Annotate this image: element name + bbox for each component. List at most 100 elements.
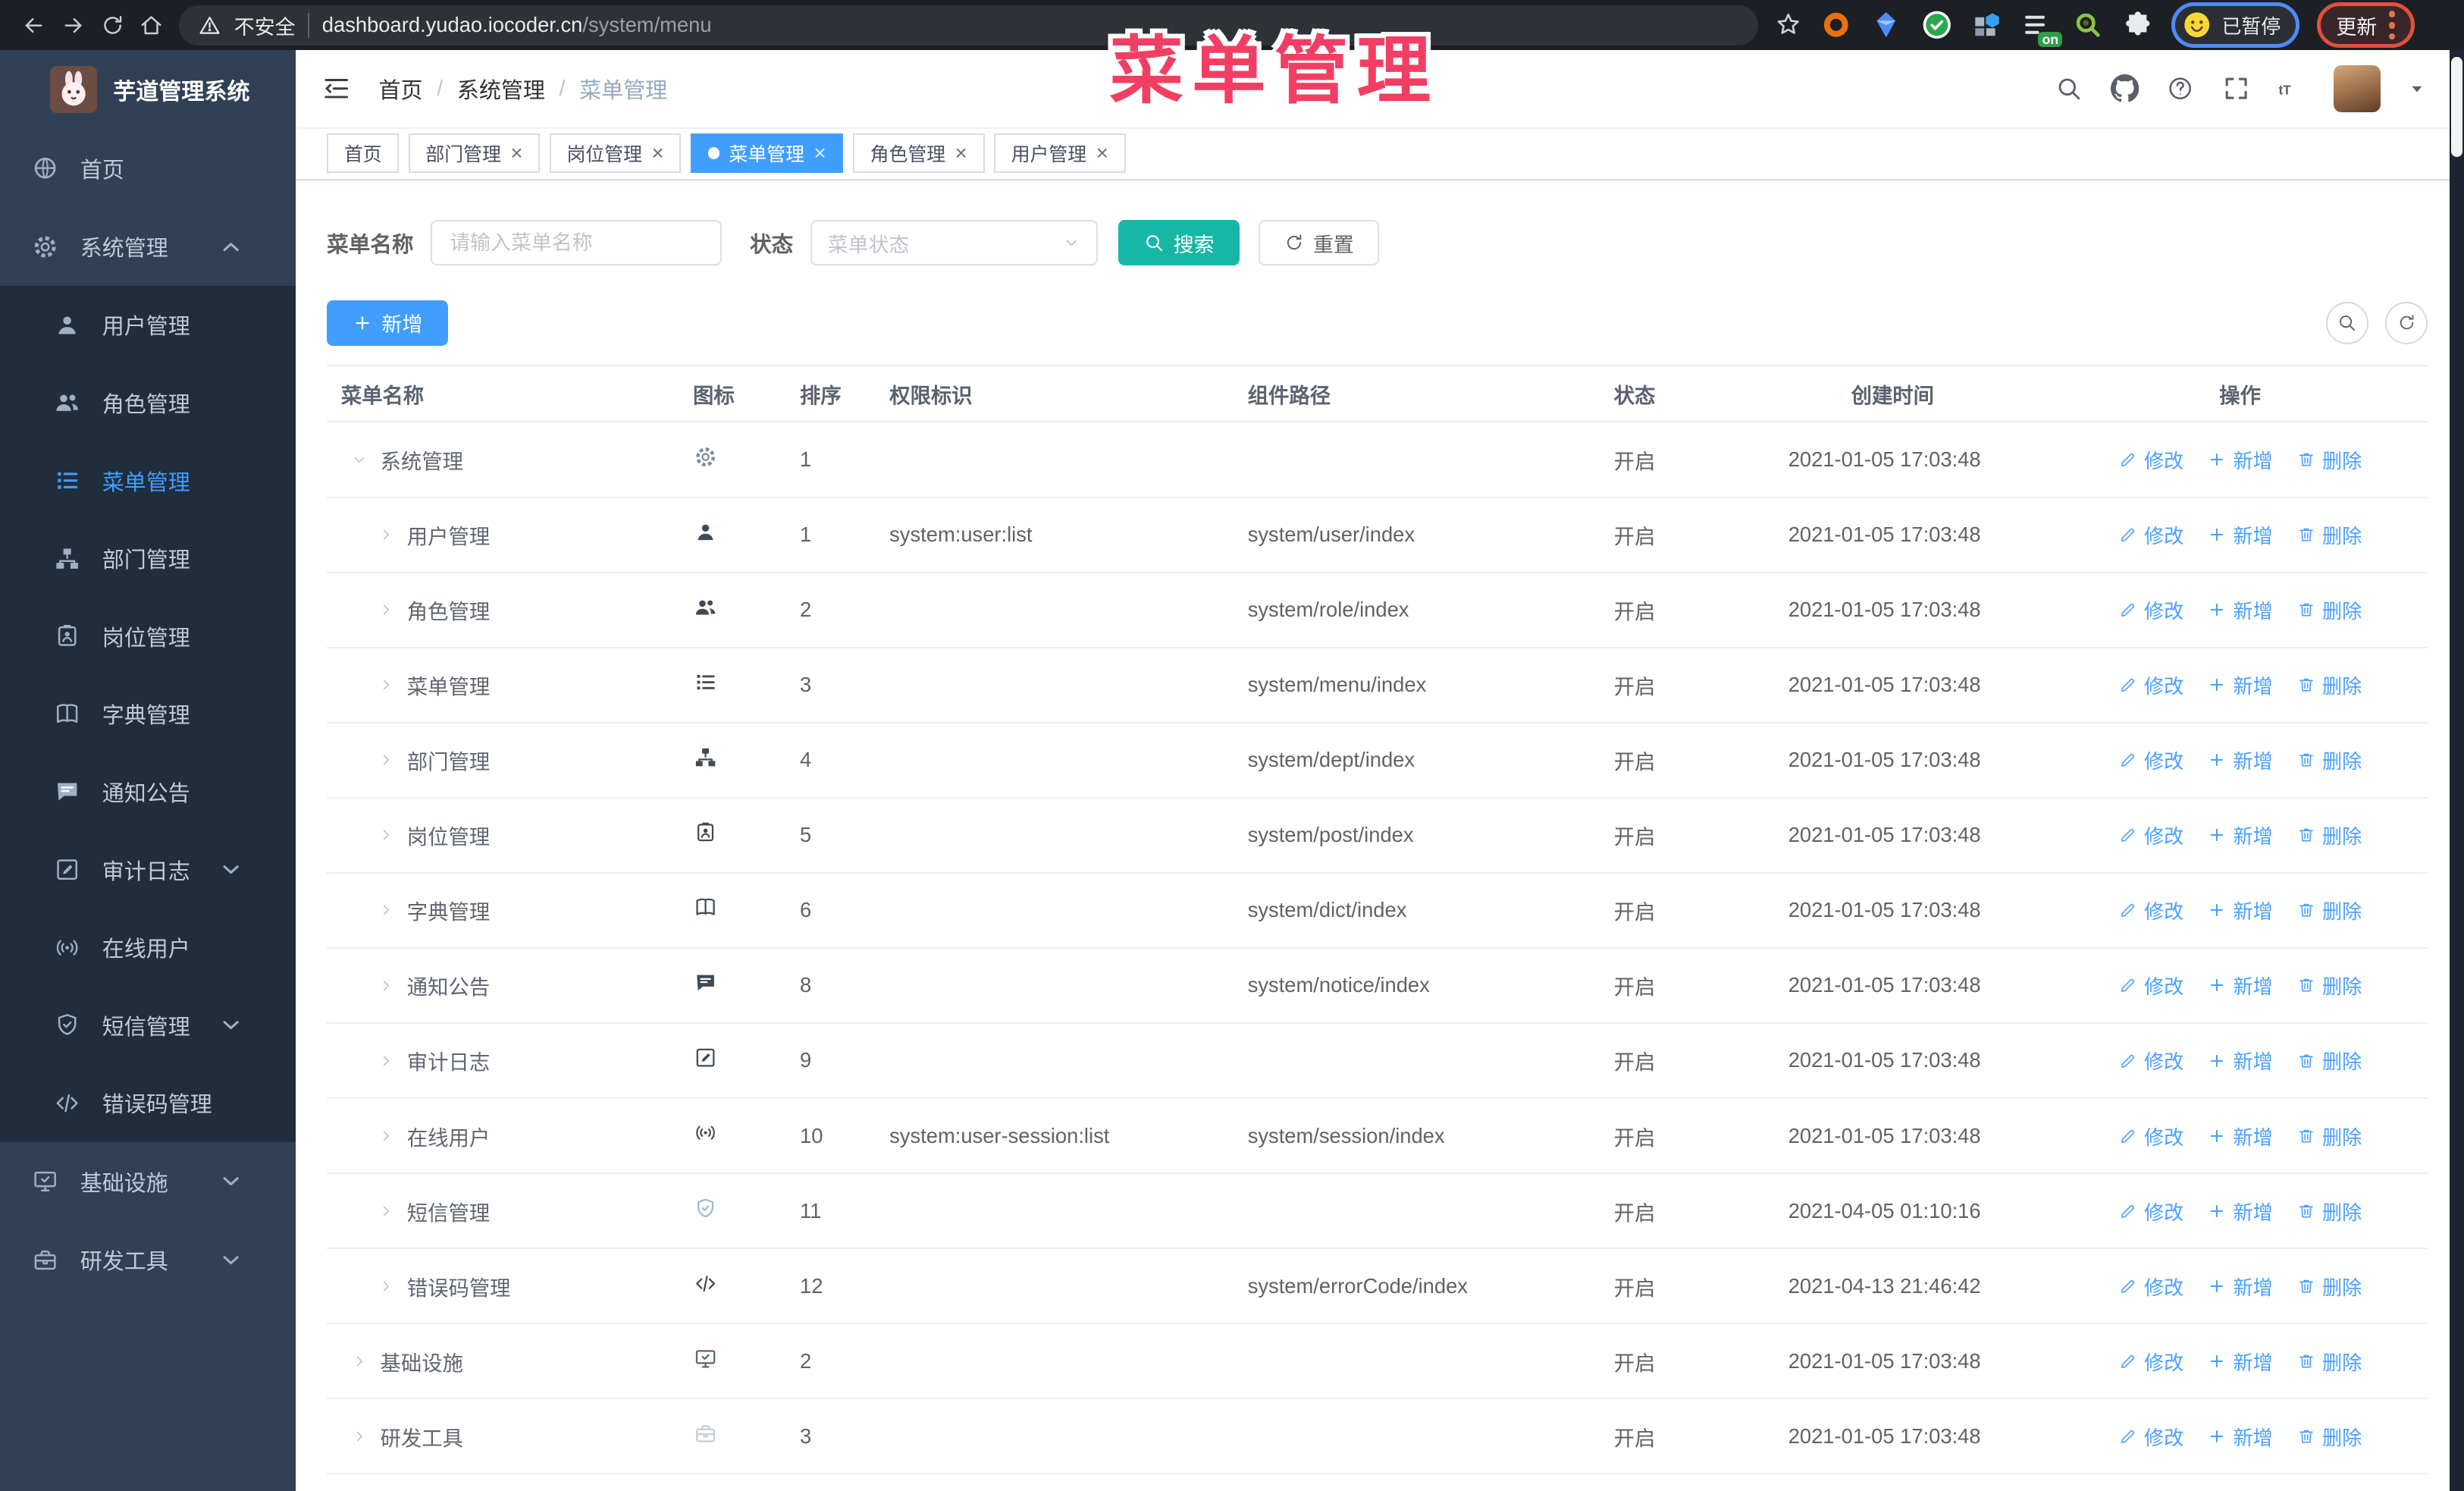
bookmark-star-icon[interactable] — [1773, 9, 1804, 40]
sidebar-item[interactable]: 菜单管理 — [0, 441, 296, 519]
table-row[interactable]: 角色管理 2 system/role/index 开启 2021-01-05 17:03… — [327, 573, 2428, 648]
address-bar[interactable]: 不安全 dashboard.yudao.iocoder.cn/system/me… — [179, 5, 1759, 46]
delete-action-link[interactable]: 删除 — [2296, 1272, 2362, 1301]
table-row[interactable]: 菜单管理 3 system/menu/index 开启 2021-01-05 17:03… — [327, 648, 2428, 724]
sidebar-item[interactable]: 错误码管理 — [0, 1064, 296, 1142]
extensions-puzzle-icon[interactable] — [2121, 8, 2155, 42]
edit-action-link[interactable]: 修改 — [2118, 1422, 2183, 1451]
edit-action-link[interactable]: 修改 — [2118, 971, 2183, 1000]
delete-action-link[interactable]: 删除 — [2296, 746, 2362, 774]
help-icon[interactable] — [2166, 74, 2194, 102]
tab-item[interactable]: 菜单管理 × — [690, 133, 844, 173]
breadcrumb-home[interactable]: 首页 — [379, 73, 423, 105]
tab-item[interactable]: 首页 — [327, 133, 400, 173]
extension-cube-icon[interactable] — [1970, 8, 2004, 42]
add-action-link[interactable]: 新增 — [2207, 971, 2273, 1000]
sidebar-item[interactable]: 字典管理 — [0, 675, 296, 753]
table-row[interactable]: 系统管理 1 开启 2021-01-05 17:03:48 修改 新增 删除 — [327, 422, 2428, 498]
browser-update-button[interactable]: 更新 — [2316, 2, 2415, 49]
delete-action-link[interactable]: 删除 — [2296, 670, 2362, 699]
add-button[interactable]: 新增 — [327, 300, 448, 346]
edit-action-link[interactable]: 修改 — [2118, 1272, 2183, 1301]
table-row[interactable]: 岗位管理 5 system/post/index 开启 2021-01-05 17:03… — [327, 799, 2428, 874]
tab-item[interactable]: 部门管理 × — [408, 133, 541, 173]
table-row[interactable]: 短信管理 11 开启 2021-04-05 01:10:16 修改 新增 删除 — [327, 1174, 2428, 1250]
browser-menu-dots-icon[interactable] — [2388, 10, 2396, 40]
extension-magnifier-icon[interactable] — [2071, 8, 2105, 42]
delete-action-link[interactable]: 删除 — [2296, 1347, 2362, 1376]
sidebar-item[interactable]: 基础设施 — [0, 1142, 296, 1221]
delete-action-link[interactable]: 删除 — [2296, 520, 2362, 549]
tab-close-icon[interactable]: × — [813, 143, 826, 164]
sidebar-item[interactable]: 研发工具 — [0, 1220, 296, 1299]
add-action-link[interactable]: 新增 — [2207, 1272, 2273, 1301]
table-row[interactable]: 研发工具 3 开启 2021-01-05 17:03:48 修改 新增 删除 — [327, 1399, 2428, 1475]
fullscreen-icon[interactable] — [2222, 74, 2250, 102]
browser-profile-chip[interactable]: 已暂停 — [2171, 2, 2299, 49]
table-row[interactable]: 错误码管理 12 system/errorCode/index 开启 2021-04-1… — [327, 1249, 2428, 1325]
edit-action-link[interactable]: 修改 — [2118, 1347, 2183, 1376]
font-size-icon[interactable]: tT — [2277, 74, 2306, 102]
breadcrumb-system[interactable]: 系统管理 — [457, 73, 545, 105]
add-action-link[interactable]: 新增 — [2207, 670, 2273, 699]
add-action-link[interactable]: 新增 — [2207, 1197, 2273, 1226]
reset-button[interactable]: 重置 — [1258, 220, 1379, 266]
add-action-link[interactable]: 新增 — [2207, 595, 2273, 624]
edit-action-link[interactable]: 修改 — [2118, 520, 2183, 549]
sidebar-item[interactable]: 用户管理 — [0, 286, 296, 364]
edit-action-link[interactable]: 修改 — [2118, 1197, 2183, 1226]
table-row[interactable]: 在线用户 10 system:user-session:list system/ses… — [327, 1099, 2428, 1175]
sidebar-item[interactable]: 系统管理 — [0, 208, 296, 287]
edit-action-link[interactable]: 修改 — [2118, 445, 2183, 474]
toggle-search-button[interactable] — [2325, 301, 2368, 344]
add-action-link[interactable]: 新增 — [2207, 1046, 2273, 1075]
table-row[interactable]: 基础设施 2 开启 2021-01-05 17:03:48 修改 新增 删除 — [327, 1324, 2428, 1400]
delete-action-link[interactable]: 删除 — [2296, 595, 2362, 624]
sidebar-item[interactable]: 角色管理 — [0, 363, 296, 442]
app-logo-row[interactable]: 芋道管理系统 — [0, 50, 296, 129]
extension-donut-icon[interactable] — [1820, 8, 1853, 42]
sidebar-item[interactable]: 通知公告 — [0, 752, 296, 831]
add-action-link[interactable]: 新增 — [2207, 821, 2273, 849]
extension-check-icon[interactable] — [1920, 8, 1954, 42]
forward-icon[interactable] — [53, 5, 92, 45]
edit-action-link[interactable]: 修改 — [2118, 746, 2183, 774]
edit-action-link[interactable]: 修改 — [2118, 1122, 2183, 1150]
refresh-table-button[interactable] — [2385, 301, 2428, 344]
edit-action-link[interactable]: 修改 — [2118, 595, 2183, 624]
back-icon[interactable] — [14, 5, 54, 45]
add-action-link[interactable]: 新增 — [2207, 445, 2273, 474]
tab-close-icon[interactable]: × — [651, 143, 663, 164]
sidebar-item[interactable]: 部门管理 — [0, 519, 296, 598]
add-action-link[interactable]: 新增 — [2207, 746, 2273, 774]
delete-action-link[interactable]: 删除 — [2296, 971, 2362, 1000]
delete-action-link[interactable]: 删除 — [2296, 1046, 2362, 1075]
delete-action-link[interactable]: 删除 — [2296, 896, 2362, 924]
tab-close-icon[interactable]: × — [955, 143, 967, 164]
extension-gem-icon[interactable] — [1870, 8, 1903, 42]
chevron-down-icon[interactable] — [2408, 80, 2426, 98]
delete-action-link[interactable]: 删除 — [2296, 1197, 2362, 1226]
delete-action-link[interactable]: 删除 — [2296, 1122, 2362, 1150]
edit-action-link[interactable]: 修改 — [2118, 821, 2183, 849]
extension-list-icon[interactable]: on — [2020, 8, 2063, 48]
add-action-link[interactable]: 新增 — [2207, 520, 2273, 549]
delete-action-link[interactable]: 删除 — [2296, 1422, 2362, 1451]
sidebar-item[interactable]: 在线用户 — [0, 908, 296, 987]
table-row[interactable]: 通知公告 8 system/notice/index 开启 2021-01-05 17:… — [327, 949, 2428, 1024]
search-icon[interactable] — [2055, 74, 2083, 102]
add-action-link[interactable]: 新增 — [2207, 1422, 2273, 1451]
collapse-sidebar-icon[interactable] — [321, 73, 352, 104]
scrollbar-thumb[interactable] — [2451, 56, 2462, 158]
search-button[interactable]: 搜索 — [1118, 220, 1240, 266]
delete-action-link[interactable]: 删除 — [2296, 821, 2362, 849]
edit-action-link[interactable]: 修改 — [2118, 1046, 2183, 1075]
add-action-link[interactable]: 新增 — [2207, 1122, 2273, 1150]
tab-item[interactable]: 角色管理 × — [852, 133, 985, 173]
tab-close-icon[interactable]: × — [510, 143, 522, 164]
tab-item[interactable]: 岗位管理 × — [549, 133, 682, 173]
status-select[interactable]: 菜单状态 — [810, 220, 1099, 266]
user-avatar[interactable] — [2333, 65, 2381, 113]
table-row[interactable]: 审计日志 9 开启 2021-01-05 17:03:48 修改 新增 删除 — [327, 1024, 2428, 1100]
sidebar-item[interactable]: 首页 — [0, 129, 296, 208]
